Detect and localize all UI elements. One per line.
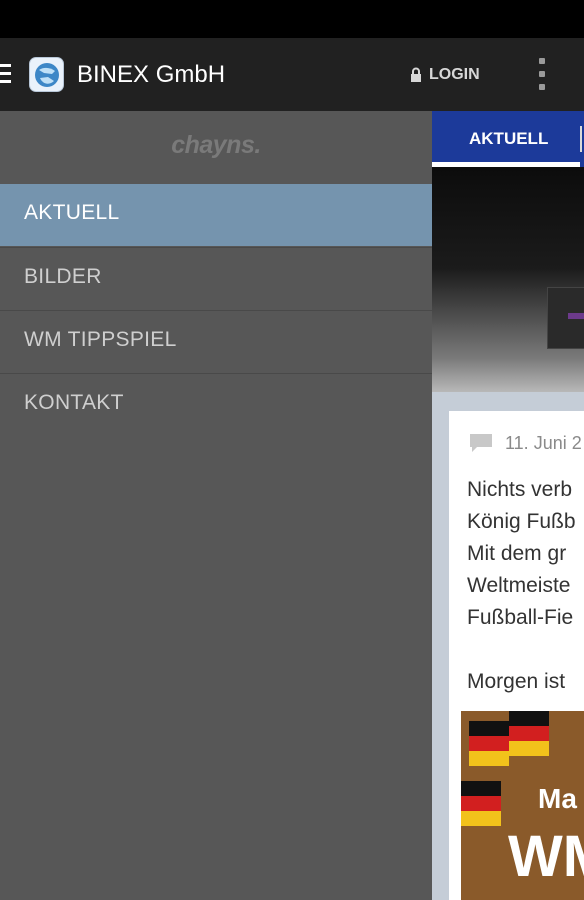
tab-bar: AKTUELL: [432, 111, 584, 167]
sidebar-item-wm-tippspiel[interactable]: WM TIPPSPIEL: [0, 310, 432, 372]
login-button[interactable]: LOGIN: [410, 64, 480, 86]
overflow-menu-icon[interactable]: [532, 58, 552, 92]
navigation-drawer: chayns. AKTUELL BILDER WM TIPPSPIEL KONT…: [0, 111, 432, 900]
sidebar-item-label: BILDER: [24, 265, 102, 288]
sidebar-item-label: KONTAKT: [24, 391, 124, 414]
post-text-line: Fußball-Fie: [467, 606, 574, 629]
post-card[interactable]: 11. Juni 2 Nichts verb König Fußb Mit de…: [449, 411, 584, 900]
post-image[interactable]: Ma WM: [461, 711, 584, 900]
sidebar-item-bilder[interactable]: BILDER: [0, 247, 432, 309]
flag-image: [509, 711, 549, 756]
post-text-line: Weltmeiste: [467, 574, 571, 597]
post-text-line: Mit dem gr: [467, 542, 567, 565]
lock-icon: [410, 67, 422, 83]
brand-logo: chayns.: [0, 111, 432, 183]
tab-divider: [580, 126, 582, 152]
hero-banner: [432, 167, 584, 392]
hero-image: [547, 287, 584, 349]
image-caption-text: Ma: [538, 783, 577, 814]
app-title: BINEX GmbH: [77, 61, 226, 88]
post-text-line: König Fußb: [467, 510, 576, 533]
sidebar-item-label: WM TIPPSPIEL: [24, 328, 177, 351]
comment-icon: [469, 433, 493, 453]
status-bar: [0, 0, 584, 38]
image-caption-text: WM: [508, 824, 584, 889]
tab-label: AKTUELL: [469, 129, 549, 148]
action-bar: BINEX GmbH LOGIN: [0, 38, 584, 111]
post-text-line: Morgen ist: [467, 670, 566, 693]
app-logo[interactable]: [29, 57, 64, 92]
brand-text: chayns.: [171, 131, 261, 159]
tab-aktuell[interactable]: AKTUELL: [432, 111, 580, 167]
sidebar-item-kontakt[interactable]: KONTAKT: [0, 373, 432, 435]
post-date: 11. Juni 2: [505, 433, 582, 453]
main-content: AKTUELL 11. Juni 2 Nichts verb König Fuß…: [432, 111, 584, 900]
flag-image: [469, 721, 509, 766]
flag-image: [461, 781, 501, 826]
sidebar-item-aktuell[interactable]: AKTUELL: [0, 184, 432, 246]
sidebar-item-label: AKTUELL: [24, 201, 120, 224]
post-text-line: Nichts verb: [467, 478, 573, 501]
menu-icon[interactable]: [0, 64, 11, 84]
login-label: LOGIN: [429, 66, 480, 83]
